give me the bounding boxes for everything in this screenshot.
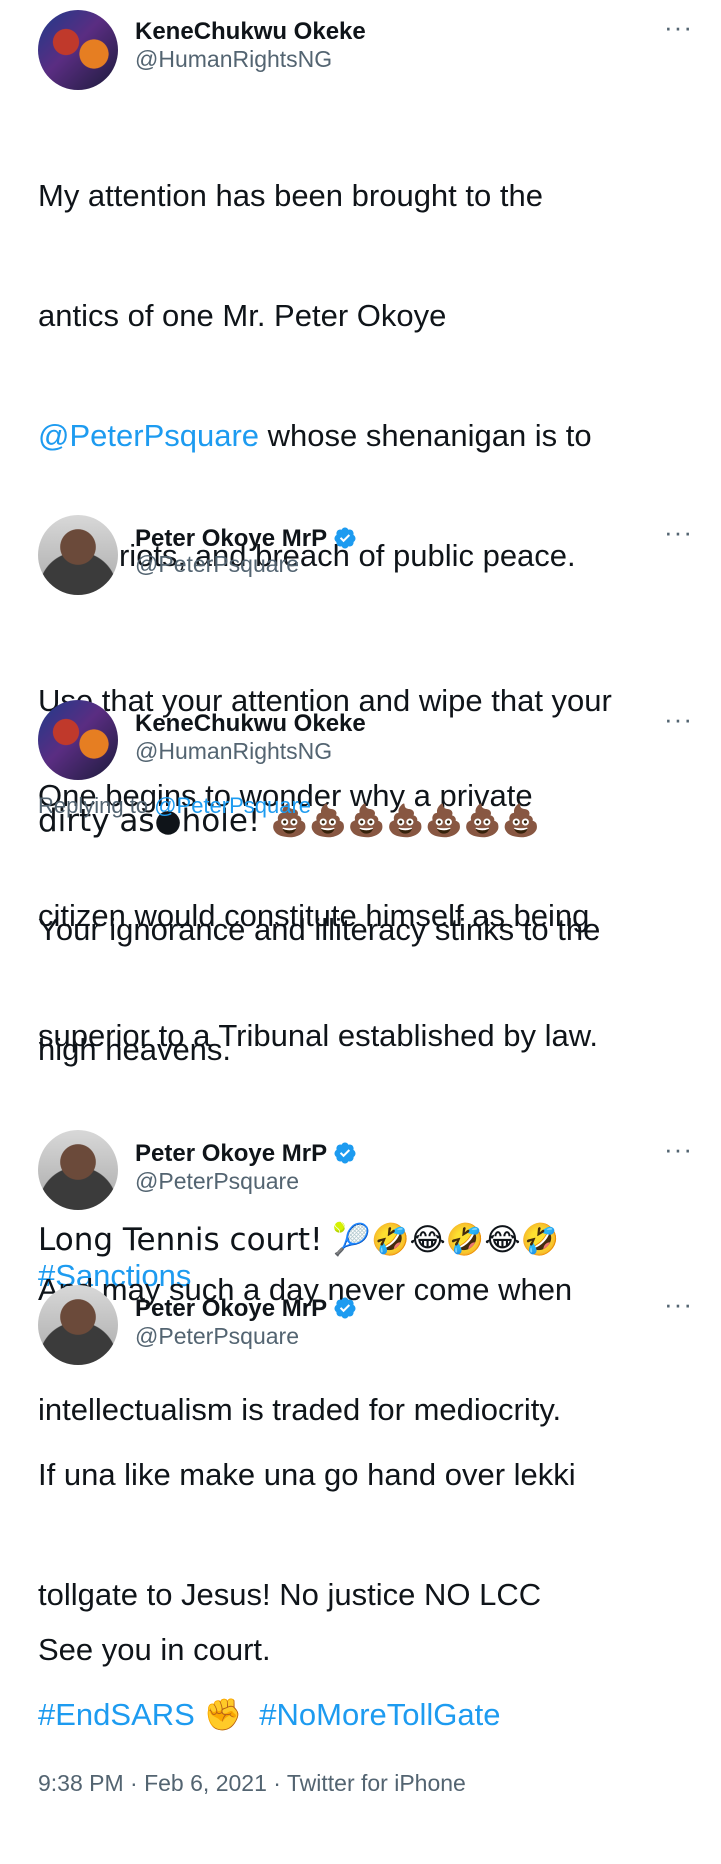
more-options-icon[interactable]: ··· (664, 14, 693, 40)
tweet-line: high heavens. (38, 1032, 232, 1067)
more-options-icon[interactable]: ··· (664, 1291, 693, 1317)
tweet-line: If una like make una go hand over lekki (38, 1457, 576, 1492)
tweet-line: tollgate to Jesus! No justice NO LCC (38, 1577, 542, 1612)
verified-badge-icon (334, 1297, 356, 1319)
verified-badge-icon (334, 1142, 356, 1164)
avatar[interactable] (38, 515, 118, 595)
replying-to-label: Replying to (38, 793, 155, 818)
author-handle[interactable]: @HumanRightsNG (135, 738, 332, 765)
more-options-icon[interactable]: ··· (664, 706, 693, 732)
tweet-line: @PeterPsquare whose shenanigan is to (38, 416, 701, 456)
avatar[interactable] (38, 10, 118, 90)
raised-fist-icon: ✊ (203, 1697, 243, 1733)
tweet-line: #EndSARS ✊ #NoMoreTollGate (38, 1695, 701, 1735)
author-name-text: Peter Okoye MrP (135, 1295, 328, 1322)
author-name[interactable]: KeneChukwu Okeke (135, 18, 366, 46)
tweet-text: If una like make una go hand over lekki … (38, 1375, 701, 1815)
more-options-icon[interactable]: ··· (664, 1136, 693, 1162)
tweet-line: antics of one Mr. Peter Okoye (38, 298, 447, 333)
replying-to: Replying to @PeterPsquare (38, 793, 311, 819)
author-name-text: Peter Okoye MrP (135, 525, 328, 552)
tweet-line: Your ignorance and illiteracy stinks to … (38, 912, 601, 947)
avatar[interactable] (38, 1285, 118, 1365)
author-name[interactable]: Peter Okoye MrP (135, 525, 357, 553)
hashtag-link[interactable]: #NoMoreTollGate (259, 1697, 500, 1732)
mention-link[interactable]: @PeterPsquare (38, 418, 259, 453)
verified-badge-icon (334, 527, 356, 549)
author-handle[interactable]: @HumanRightsNG (135, 46, 332, 73)
author-name[interactable]: Peter Okoye MrP (135, 1140, 357, 1168)
avatar[interactable] (38, 700, 118, 780)
author-handle[interactable]: @PeterPsquare (135, 1168, 299, 1195)
author-name[interactable]: Peter Okoye MrP (135, 1295, 357, 1323)
author-handle[interactable]: @PeterPsquare (135, 551, 299, 578)
tweet-text-fragment: whose shenanigan is to (259, 418, 592, 453)
tweet-text: Long Tennis court! 🎾🤣😂🤣😂🤣 (38, 1222, 560, 1258)
author-name[interactable]: KeneChukwu Okeke (135, 710, 366, 738)
more-options-icon[interactable]: ··· (664, 519, 693, 545)
avatar[interactable] (38, 1130, 118, 1210)
mention-link[interactable]: @PeterPsquare (154, 793, 311, 818)
author-handle[interactable]: @PeterPsquare (135, 1323, 299, 1350)
author-name-text: Peter Okoye MrP (135, 1140, 328, 1167)
hashtag-link[interactable]: #EndSARS (38, 1697, 195, 1732)
tweet-line: My attention has been brought to the (38, 178, 543, 213)
tweet-timestamp[interactable]: 9:38 PM · Feb 6, 2021 · Twitter for iPho… (38, 1770, 466, 1797)
